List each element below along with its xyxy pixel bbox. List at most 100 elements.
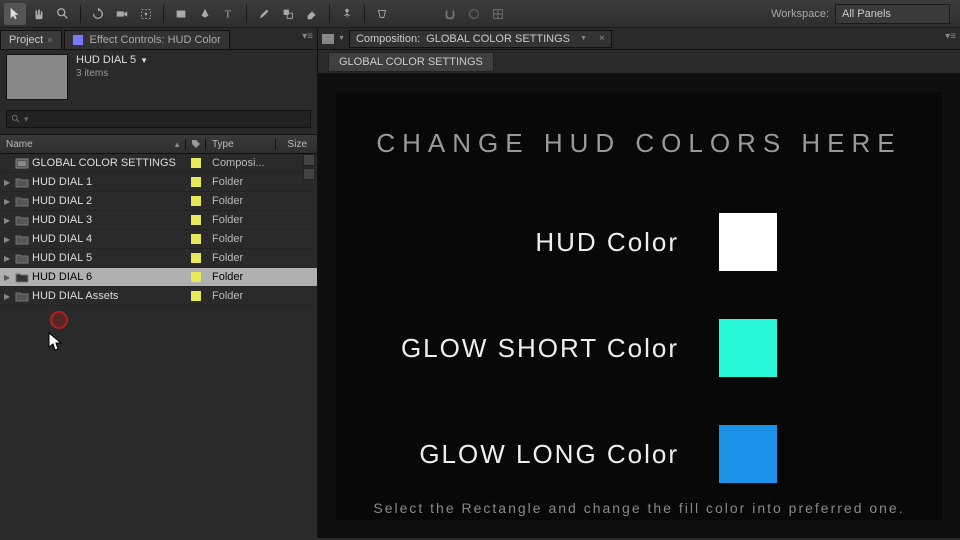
chevron-down-icon[interactable]: ▼ [338, 35, 345, 42]
canvas-title: CHANGE HUD COLORS HERE [376, 128, 901, 159]
composition-viewer[interactable]: CHANGE HUD COLORS HERE HUD Color GLOW SHO… [336, 92, 942, 520]
rectangle-tool-icon[interactable] [170, 3, 192, 25]
row-type: Composi... [206, 157, 276, 169]
col-name[interactable]: Name ▲ [0, 139, 186, 150]
hand-tool-icon[interactable] [28, 3, 50, 25]
row-name: HUD DIAL 6 [32, 271, 92, 283]
composition-prefix: Composition: [356, 33, 420, 45]
rotation-tool-icon[interactable] [87, 3, 109, 25]
roto-tool-icon[interactable] [371, 3, 393, 25]
project-item-title: HUD DIAL 5 [76, 54, 136, 66]
project-row[interactable]: ▶ HUD DIAL 6 Folder [0, 268, 317, 287]
composition-tab[interactable]: Composition: GLOBAL COLOR SETTINGS ▼ × [349, 30, 612, 48]
close-icon[interactable]: × [599, 33, 605, 44]
row-name: HUD DIAL 2 [32, 195, 92, 207]
snap-icon[interactable] [439, 3, 461, 25]
project-row[interactable]: ▶ HUD DIAL 1 Folder [0, 173, 317, 192]
project-row[interactable]: ▶ HUD DIAL 3 Folder [0, 211, 317, 230]
folder-icon [15, 177, 29, 188]
grid-icon[interactable] [487, 3, 509, 25]
row-type: Folder [206, 252, 276, 264]
tag-icon [191, 139, 201, 149]
label-swatch[interactable] [191, 158, 201, 168]
row-name: HUD DIAL 5 [32, 252, 92, 264]
search-input[interactable]: ▾ [6, 110, 311, 128]
color-label: GLOW LONG Color [419, 439, 679, 470]
project-thumbnail [6, 54, 68, 100]
selection-tool-icon[interactable] [4, 3, 26, 25]
bin-icon[interactable] [303, 154, 315, 166]
project-row[interactable]: ▶HUD DIAL 4Folder [0, 230, 317, 249]
color-row: GLOW LONG Color [401, 425, 877, 483]
puppet-tool-icon[interactable] [336, 3, 358, 25]
twisty-icon[interactable]: ▶ [4, 292, 12, 301]
folder-icon [15, 234, 29, 245]
color-row: GLOW SHORT Color [401, 319, 877, 377]
label-swatch[interactable] [191, 215, 201, 225]
canvas-footer: Select the Rectangle and change the fill… [336, 500, 942, 516]
twisty-icon[interactable]: ▶ [4, 197, 12, 206]
bin-icon-2[interactable] [303, 168, 315, 180]
chevron-down-icon[interactable]: ▼ [580, 35, 587, 42]
project-row[interactable]: ▶ HUD DIAL 5 Folder [0, 249, 317, 268]
col-size[interactable]: Size [276, 139, 317, 150]
toggle-icon[interactable] [463, 3, 485, 25]
svg-text:T: T [225, 9, 232, 20]
color-swatch[interactable] [719, 425, 777, 483]
folder-icon [15, 291, 29, 302]
workspace-dropdown[interactable]: All Panels [835, 4, 950, 24]
twisty-icon[interactable]: ▶ [4, 178, 12, 187]
tab-effect-controls[interactable]: Effect Controls: HUD Color [64, 30, 230, 49]
label-swatch[interactable] [191, 234, 201, 244]
camera-tool-icon[interactable] [111, 3, 133, 25]
project-rows: GLOBAL COLOR SETTINGSComposi...▶HUD DIAL… [0, 154, 317, 538]
zoom-tool-icon[interactable] [52, 3, 74, 25]
twisty-icon[interactable]: ▶ [4, 216, 12, 225]
sort-icon: ▲ [173, 140, 181, 149]
label-swatch[interactable] [191, 291, 201, 301]
color-label: HUD Color [535, 227, 679, 258]
color-swatch[interactable] [719, 319, 777, 377]
row-name: HUD DIAL 3 [32, 214, 92, 226]
row-name: HUD DIAL Assets [32, 290, 118, 302]
project-row[interactable]: GLOBAL COLOR SETTINGSComposi... [0, 154, 317, 173]
label-swatch[interactable] [191, 177, 201, 187]
row-type: Folder [206, 214, 276, 226]
close-icon[interactable]: × [47, 35, 52, 45]
project-row[interactable]: ▶ HUD DIAL Assets Folder [0, 287, 317, 306]
main-toolbar: T Workspace: All Panels [0, 0, 960, 28]
label-swatch[interactable] [191, 272, 201, 282]
pen-tool-icon[interactable] [194, 3, 216, 25]
twisty-icon[interactable]: ▶ [4, 273, 12, 282]
pan-behind-tool-icon[interactable] [135, 3, 157, 25]
col-type[interactable]: Type [206, 139, 276, 150]
row-type: Folder [206, 233, 276, 245]
clone-tool-icon[interactable] [277, 3, 299, 25]
twisty-icon[interactable]: ▶ [4, 235, 12, 244]
label-swatch[interactable] [191, 253, 201, 263]
col-label[interactable] [186, 139, 206, 149]
row-name: HUD DIAL 1 [32, 176, 92, 188]
search-icon [11, 114, 21, 124]
row-type: Folder [206, 290, 276, 302]
dropdown-icon[interactable]: ▼ [140, 56, 148, 65]
panel-menu-icon[interactable]: ▾≡ [945, 31, 956, 42]
project-row[interactable]: ▶HUD DIAL 2Folder [0, 192, 317, 211]
row-type: Folder [206, 271, 276, 283]
text-tool-icon[interactable]: T [218, 3, 240, 25]
comp-sub-tab[interactable]: GLOBAL COLOR SETTINGS [328, 52, 494, 72]
color-swatch[interactable] [719, 213, 777, 271]
panel-menu-icon[interactable]: ▾≡ [302, 31, 313, 42]
tab-project-label: Project [9, 34, 43, 46]
composition-name: GLOBAL COLOR SETTINGS [426, 33, 570, 45]
brush-tool-icon[interactable] [253, 3, 275, 25]
workspace-value: All Panels [842, 8, 891, 20]
folder-icon [15, 272, 29, 283]
twisty-icon[interactable]: ▶ [4, 254, 12, 263]
folder-icon [15, 215, 29, 226]
label-swatch[interactable] [191, 196, 201, 206]
eraser-tool-icon[interactable] [301, 3, 323, 25]
tab-project[interactable]: Project × [0, 30, 62, 49]
row-type: Folder [206, 176, 276, 188]
project-item-sub: 3 items [76, 68, 148, 79]
